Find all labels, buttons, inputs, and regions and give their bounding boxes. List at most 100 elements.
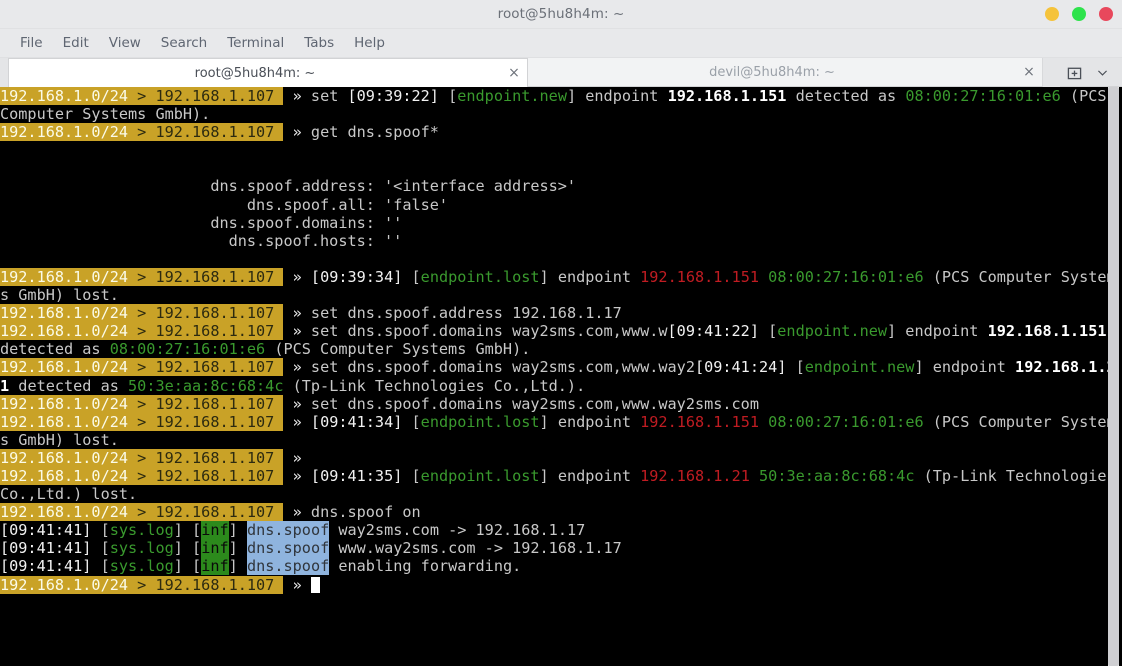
prompt-network: 192.168.1.0/24 bbox=[0, 466, 129, 485]
scrollbar-thumb[interactable] bbox=[1108, 87, 1119, 666]
prompt-network: 192.168.1.0/24 bbox=[0, 322, 129, 341]
prompt-network: 192.168.1.0/24 bbox=[0, 358, 129, 377]
endpoint-ip: 192.168.1.151 bbox=[987, 322, 1107, 341]
minimize-button-icon[interactable] bbox=[1045, 7, 1059, 21]
shell-prompt: 192.168.1.0/24 > 192.168.1.107 bbox=[0, 322, 284, 341]
maximize-button-icon[interactable] bbox=[1072, 7, 1086, 21]
terminal-text: set bbox=[301, 87, 348, 105]
prompt-chevron: » bbox=[283, 87, 302, 105]
green-text: endpoint.lost bbox=[420, 412, 540, 431]
menu-item-search[interactable]: Search bbox=[151, 32, 217, 54]
green-text: 08:00:27:16:01:e6 bbox=[905, 87, 1061, 105]
window-controls bbox=[1045, 0, 1113, 28]
menu-item-file[interactable]: File bbox=[10, 32, 53, 54]
log-timestamp: [09:41:35] bbox=[301, 466, 412, 485]
terminal-text: ] [ bbox=[173, 521, 202, 540]
prompt-host: 192.168.1.107 bbox=[155, 267, 275, 286]
terminal-line: dns.spoof.domains: '' bbox=[0, 214, 1122, 232]
prompt-network: 192.168.1.0/24 bbox=[0, 87, 129, 105]
terminal-text: ] [ bbox=[173, 539, 202, 558]
terminal-line: [09:41:41] [sys.log] [inf] dns.spoof ena… bbox=[0, 557, 1122, 576]
menu-item-view[interactable]: View bbox=[99, 32, 151, 54]
prompt-network: 192.168.1.0/24 bbox=[0, 503, 129, 522]
terminal-text: [ bbox=[411, 267, 421, 286]
terminal-text: [ bbox=[100, 521, 110, 540]
log-level-badge: inf bbox=[201, 557, 229, 576]
tab-devil-close-icon[interactable]: × bbox=[1016, 58, 1042, 87]
terminal-output: 192.168.1.0/24 > 192.168.1.107 » set [09… bbox=[0, 87, 1122, 666]
prompt-chevron: » bbox=[283, 412, 302, 431]
window-title: root@5hu8h4m: ~ bbox=[497, 6, 625, 22]
terminal-text: way2sms.com -> 192.168.1.17 bbox=[329, 521, 586, 540]
log-timestamp: [09:39:22] bbox=[347, 87, 449, 105]
terminal-line: 192.168.1.0/24 > 192.168.1.107 » [09:41:… bbox=[0, 466, 1122, 503]
shell-prompt: 192.168.1.0/24 > 192.168.1.107 bbox=[0, 358, 284, 377]
log-timestamp: [09:41:24] bbox=[694, 358, 796, 377]
prompt-host: 192.168.1.107 bbox=[155, 87, 275, 105]
prompt-host: 192.168.1.107 bbox=[155, 123, 275, 142]
menu-item-help[interactable]: Help bbox=[344, 32, 395, 54]
shell-prompt: 192.168.1.0/24 > 192.168.1.107 bbox=[0, 448, 284, 467]
prompt-chevron: » bbox=[283, 466, 302, 485]
green-text: sys.log bbox=[109, 539, 174, 558]
terminal-line: [09:41:41] [sys.log] [inf] dns.spoof way… bbox=[0, 521, 1122, 540]
green-text: sys.log bbox=[109, 521, 174, 540]
menu-item-terminal[interactable]: Terminal bbox=[217, 32, 294, 54]
lost-endpoint-ip: 192.168.1.151 bbox=[640, 267, 760, 286]
log-timestamp: [09:41:41] bbox=[0, 539, 101, 558]
prompt-chevron: » bbox=[283, 322, 302, 341]
prompt-network: 192.168.1.0/24 bbox=[0, 304, 129, 323]
prompt-chevron: » bbox=[283, 503, 302, 522]
green-text: 08:00:27:16:01:e6 bbox=[768, 267, 924, 286]
prompt-chevron: » bbox=[283, 575, 302, 594]
menu-item-tabs[interactable]: Tabs bbox=[294, 32, 344, 54]
terminal-text: dns.spoof.all: 'false' bbox=[0, 195, 449, 214]
terminal-line: 192.168.1.0/24 > 192.168.1.107 » set dns… bbox=[0, 358, 1122, 395]
endpoint-ip: 192.168.1.151 bbox=[667, 87, 787, 105]
terminal-text: (PCS Computer Systems GmbH). bbox=[265, 340, 531, 359]
terminal-text: ] bbox=[228, 539, 247, 558]
menu-item-edit[interactable]: Edit bbox=[53, 32, 99, 54]
terminal-line: 192.168.1.0/24 > 192.168.1.107 » set [09… bbox=[0, 87, 1122, 123]
chevron-down-icon[interactable] bbox=[1088, 58, 1116, 87]
prompt-network: 192.168.1.0/24 bbox=[0, 448, 129, 467]
prompt-network: 192.168.1.0/24 bbox=[0, 575, 129, 594]
terminal-text: get dns.spoof* bbox=[301, 123, 439, 142]
new-tab-icon[interactable] bbox=[1060, 58, 1088, 87]
terminal-text: set dns.spoof.domains way2sms.com,www.w bbox=[301, 322, 668, 341]
tab-root[interactable]: root@5hu8h4m: ~ × bbox=[8, 58, 528, 87]
prompt-host: 192.168.1.107 bbox=[155, 358, 275, 377]
terminal-line: 192.168.1.0/24 > 192.168.1.107 » set dns… bbox=[0, 322, 1122, 358]
tab-devil[interactable]: devil@5hu8h4m: ~ × bbox=[528, 58, 1043, 87]
prompt-separator: > bbox=[128, 503, 156, 522]
shell-prompt: 192.168.1.0/24 > 192.168.1.107 bbox=[0, 123, 284, 142]
terminal-text: set dns.spoof.address 192.168.1.17 bbox=[301, 304, 622, 323]
prompt-chevron: » bbox=[283, 304, 302, 323]
terminal-line: [09:41:41] [sys.log] [inf] dns.spoof www… bbox=[0, 539, 1122, 558]
prompt-host: 192.168.1.107 bbox=[155, 304, 275, 323]
terminal-scrollbar[interactable] bbox=[1108, 87, 1119, 666]
prompt-chevron: » bbox=[283, 448, 302, 467]
close-button-icon[interactable] bbox=[1099, 7, 1113, 21]
terminal-window: root@5hu8h4m: ~ File Edit View Search Te… bbox=[0, 0, 1122, 666]
tab-root-label: root@5hu8h4m: ~ bbox=[194, 65, 316, 81]
module-badge: dns.spoof bbox=[246, 521, 330, 540]
terminal-text: dns.spoof.address: '<interface address>' bbox=[0, 177, 577, 196]
terminal-body[interactable]: 192.168.1.0/24 > 192.168.1.107 » set [09… bbox=[0, 87, 1122, 666]
shell-prompt: 192.168.1.0/24 > 192.168.1.107 bbox=[0, 575, 284, 594]
log-timestamp: [09:39:34] bbox=[301, 267, 412, 286]
tab-root-close-icon[interactable]: × bbox=[501, 59, 527, 88]
lost-endpoint-ip: 192.168.1.21 bbox=[640, 466, 750, 485]
green-text: 08:00:27:16:01:e6 bbox=[768, 412, 924, 431]
prompt-host: 192.168.1.107 bbox=[155, 466, 275, 485]
terminal-text: dns.spoof.domains: '' bbox=[0, 213, 403, 232]
green-text: endpoint.new bbox=[777, 322, 888, 341]
terminal-text: [ bbox=[411, 412, 421, 431]
terminal-text: ] [ bbox=[173, 557, 202, 576]
green-text: 50:3e:aa:8c:68:4c bbox=[128, 376, 284, 395]
green-text: endpoint.lost bbox=[420, 466, 540, 485]
